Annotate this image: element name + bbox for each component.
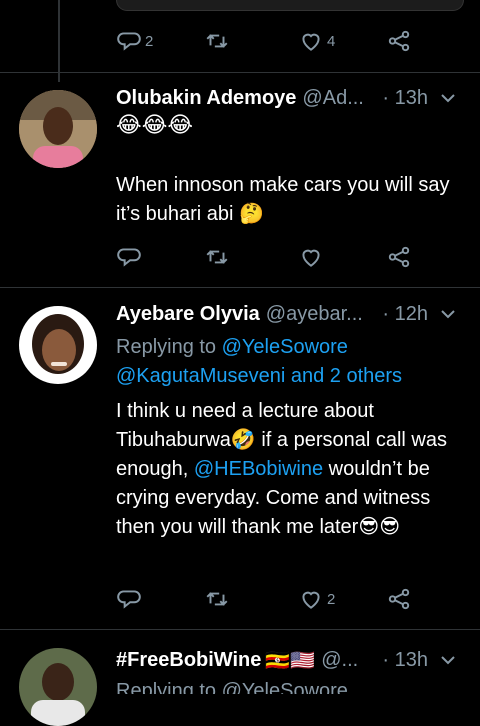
divider [0,629,480,630]
mention-link[interactable]: @HEBobiwine [194,458,323,480]
user-handle[interactable]: @... [321,649,358,672]
sunglasses-emoji: 😎😎 [358,516,401,538]
tweet-header: #FreeBobiWine 🇺🇬🇺🇸 @... · 13h [116,646,466,674]
display-name[interactable]: #FreeBobiWine [116,649,261,672]
display-name[interactable]: Ayebare Olyvia [116,303,260,326]
replying-to: Replying to @YeleSowore @KagutaMuseveni … [116,333,461,391]
divider [0,287,480,288]
reply-count: 2 [145,32,154,50]
reply-icon [117,248,141,267]
share-button[interactable] [386,24,412,58]
replying-to: Replying to @YeleSowore [116,680,348,694]
heart-icon [302,33,320,51]
thread-line [58,0,60,82]
avatar[interactable] [19,306,97,384]
reply-button[interactable]: 2 [116,24,153,58]
share-icon [388,246,410,268]
thinking-emoji: 🤔 [239,203,264,225]
divider [0,72,480,73]
avatar[interactable] [19,648,97,726]
retweet-button[interactable] [204,582,233,616]
user-handle[interactable]: @ayebar... [266,303,363,326]
heart-icon [302,249,320,267]
chevron-down-icon[interactable] [438,88,458,108]
tweet-actions: 2 4 [116,24,416,58]
reply-icon [117,32,141,51]
mention-link[interactable]: @YeleSowore [222,336,348,358]
avatar-image [19,306,97,384]
share-button[interactable] [386,240,412,274]
share-icon [388,588,410,610]
share-button[interactable] [386,582,412,616]
retweet-button[interactable] [204,24,233,58]
tweet-actions [116,240,416,274]
display-name[interactable]: Olubakin Ademoye [116,87,296,110]
like-count: 2 [327,590,336,608]
user-handle[interactable]: @Ad... [302,87,363,110]
previous-tweet-media[interactable] [116,0,464,11]
share-icon [388,30,410,52]
tweet-text: I think u need a lecture about Tibuhabur… [116,397,461,542]
like-button[interactable]: 4 [298,24,335,58]
avatar-image [19,648,97,726]
timestamp[interactable]: · 12h [382,303,428,326]
reply-icon [117,590,141,609]
rofl-emoji: 🤣 [230,429,256,451]
like-button[interactable] [298,240,327,274]
retweet-icon [206,592,228,606]
timestamp[interactable]: · 13h [382,87,428,110]
tweet-emoji-line: 😂😂😂 [116,112,194,137]
retweet-button[interactable] [204,240,233,274]
mention-link[interactable]: @KagutaMuseveni and 2 others [116,365,402,387]
avatar[interactable] [19,90,97,168]
heart-icon [302,591,320,609]
chevron-down-icon[interactable] [438,650,458,670]
tweet-text-body: When innoson make cars you will say it’s… [116,174,450,225]
tweet-header: Olubakin Ademoye @Ad... · 13h [116,84,466,112]
tweet-actions: 2 [116,582,416,616]
like-count: 4 [327,32,336,50]
avatar-image [19,90,97,168]
chevron-down-icon[interactable] [438,304,458,324]
tweet-text: When innoson make cars you will say it’s… [116,171,461,229]
reply-button[interactable] [116,582,145,616]
retweet-icon [206,250,228,264]
like-button[interactable]: 2 [298,582,335,616]
retweet-icon [206,34,228,48]
replying-prefix: Replying to [116,336,217,358]
reply-button[interactable] [116,240,145,274]
timestamp[interactable]: · 13h [382,649,428,672]
tweet-header: Ayebare Olyvia @ayebar... · 12h [116,300,466,328]
flag-emojis: 🇺🇬🇺🇸 [265,649,316,672]
